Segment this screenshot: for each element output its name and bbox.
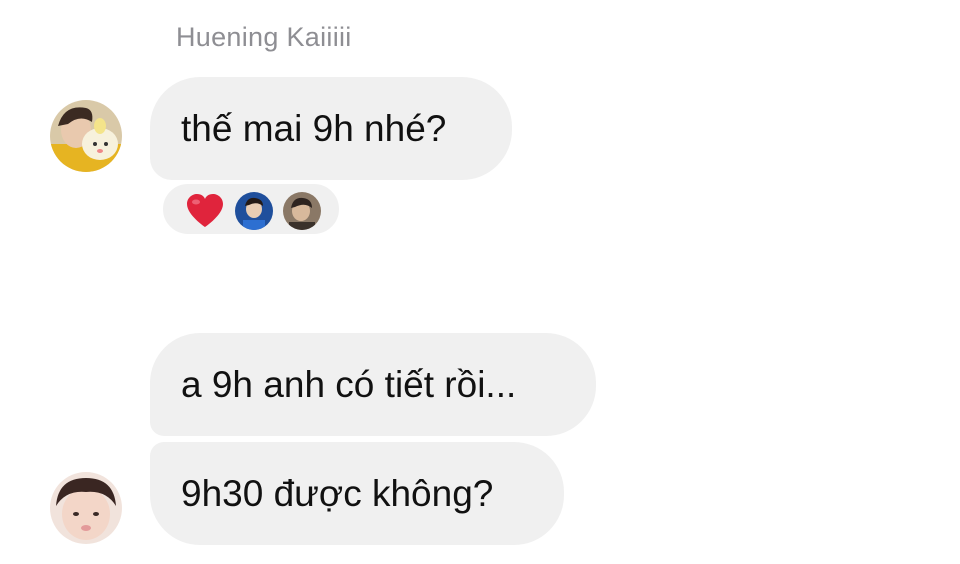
message-bubble[interactable]: 9h30 được không? [150,442,564,545]
sender-name: Huening Kaiiiii [176,22,352,52]
message-bubble[interactable]: thế mai 9h nhé? [150,77,512,180]
sender-avatar[interactable] [50,100,122,172]
red-heart-icon [185,193,225,234]
reactor-avatar[interactable] [283,192,321,230]
message-thread: Huening Kaiiiii thế mai 9h nhé? a 9h anh… [0,0,960,564]
sender-avatar[interactable] [50,472,122,544]
message-reactions[interactable] [160,181,342,237]
reactor-avatar[interactable] [235,192,273,230]
message-bubble[interactable]: a 9h anh có tiết rồi... [150,333,596,436]
